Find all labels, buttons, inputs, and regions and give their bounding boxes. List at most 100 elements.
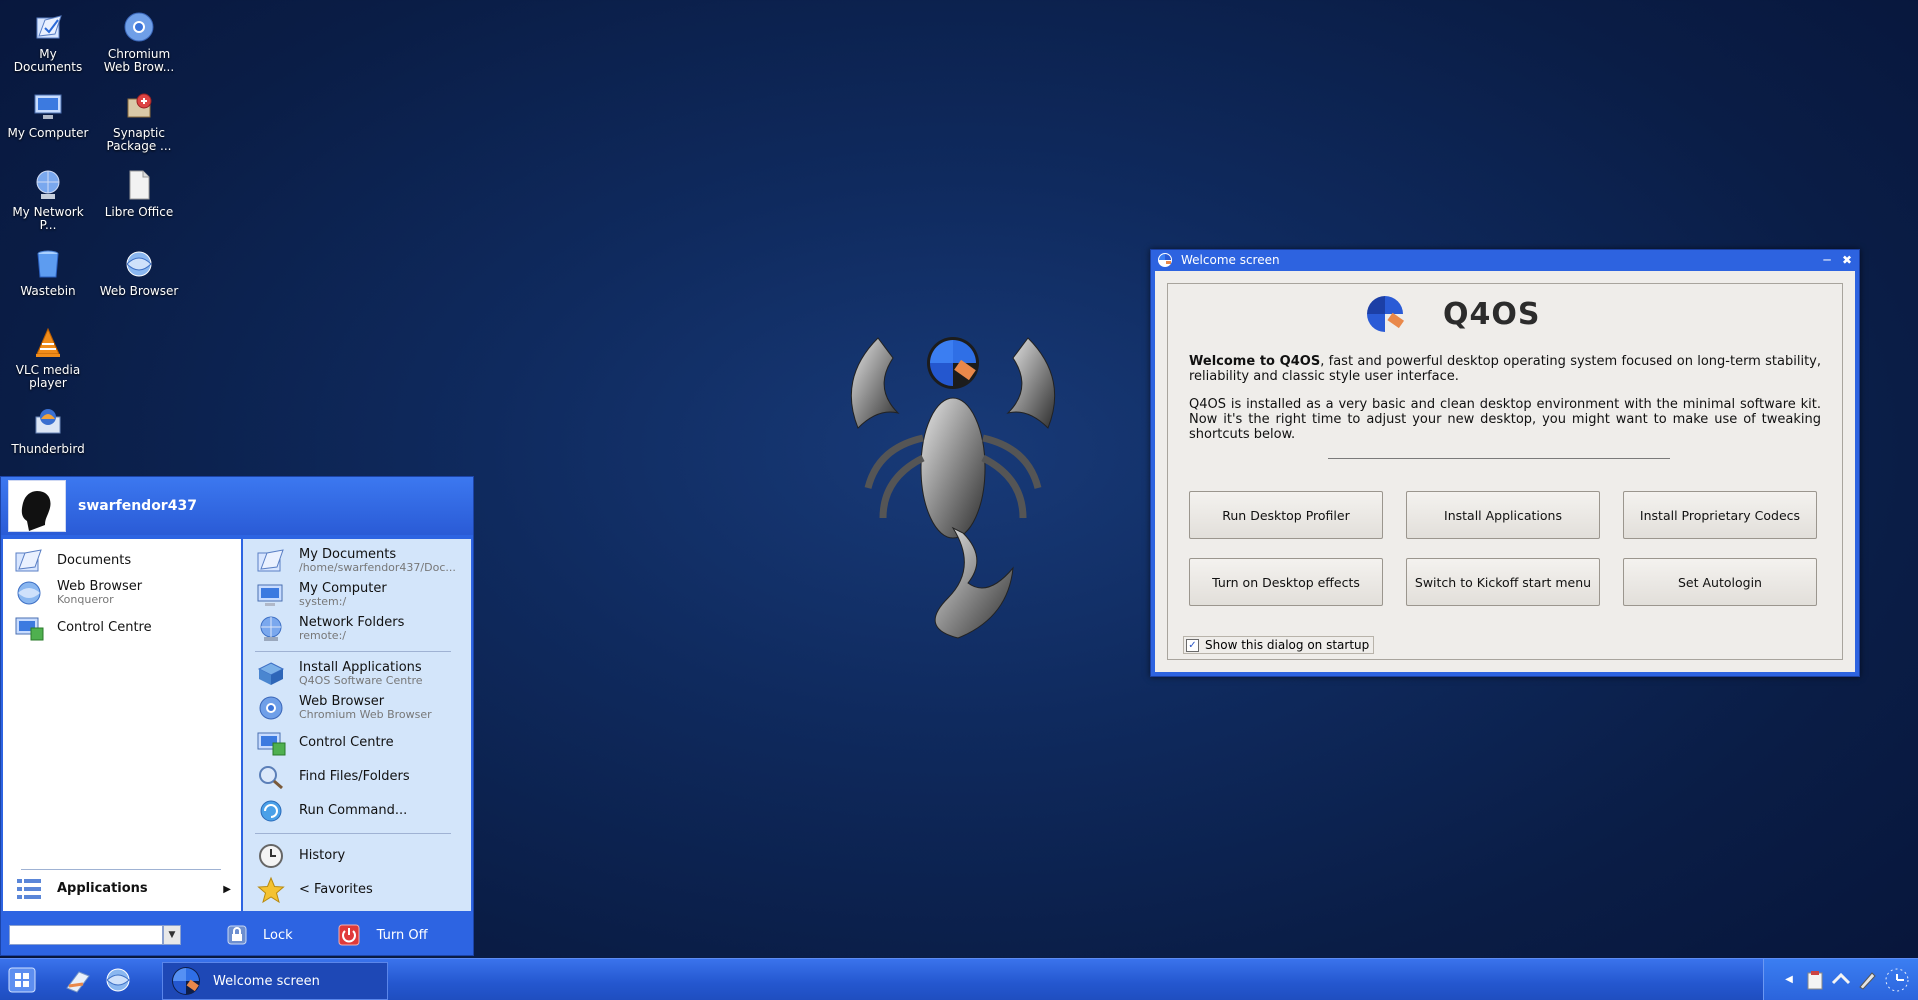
sm-item-favorites[interactable]: < Favorites	[255, 876, 373, 904]
search-icon	[259, 766, 283, 790]
web-browser-icon	[126, 251, 152, 277]
sm-item-sublabel: remote:/	[299, 630, 346, 642]
avatar[interactable]	[8, 480, 66, 532]
turn-off-button[interactable]: Turn Off	[337, 923, 428, 947]
sm-item-label: Web Browser	[57, 579, 143, 594]
sm-item-label: My Computer	[299, 581, 387, 596]
desktop-icon-libre-office[interactable]: Libre Office	[95, 168, 183, 219]
divider	[21, 869, 221, 870]
clipboard-icon[interactable]	[1804, 969, 1826, 991]
turn-off-label: Turn Off	[376, 927, 428, 943]
welcome-window[interactable]: Welcome screen ─ ✖ Q4OS Welcome to Q4OS,…	[1150, 249, 1860, 677]
q4os-logo-icon	[1367, 296, 1405, 332]
sm-item-my-computer[interactable]: My Computer system:/	[255, 581, 387, 609]
sm-item-sublabel: /home/swarfendor437/Doc...	[299, 562, 456, 574]
desktop-icon-label: Synaptic Package ...	[106, 126, 172, 153]
desktop-icon-wastebin[interactable]: Wastebin	[4, 247, 92, 298]
sm-item-documents[interactable]: Documents	[13, 547, 131, 575]
desktop-icon-network[interactable]: My Network P...	[4, 168, 92, 232]
sm-item-history[interactable]: History	[255, 842, 345, 870]
q4os-logo-icon	[172, 967, 200, 995]
window-title: Welcome screen	[1181, 253, 1280, 267]
checkbox-label: Show this dialog on startup	[1205, 638, 1370, 652]
clock-icon[interactable]	[1882, 968, 1912, 991]
scorpion-wallpaper-logo	[850, 337, 1056, 639]
sm-item-label: Install Applications	[299, 660, 422, 675]
window-client: Q4OS Welcome to Q4OS, fast and powerful …	[1155, 271, 1855, 672]
sm-item-sublabel: system:/	[299, 596, 347, 608]
documents-icon	[36, 15, 62, 39]
desktop-icon-label: My Documents	[13, 47, 83, 74]
sm-item-run-command[interactable]: Run Command...	[255, 797, 407, 825]
sm-item-control-centre[interactable]: Control Centre	[13, 614, 152, 642]
install-applications-button[interactable]: Install Applications	[1406, 491, 1600, 539]
desktop-effects-button[interactable]: Turn on Desktop effects	[1189, 558, 1383, 606]
sm-item-network-folders[interactable]: Network Folders remote:/	[255, 615, 404, 643]
quicklaunch-desktop[interactable]	[60, 964, 96, 996]
sm-item-install-applications[interactable]: Install Applications Q4OS Software Centre	[255, 660, 423, 688]
sm-item-sublabel: Konqueror	[57, 594, 114, 606]
chromium-icon	[259, 696, 283, 720]
vlc-icon	[36, 327, 60, 357]
brand-header: Q4OS	[1363, 294, 1541, 334]
set-autologin-button[interactable]: Set Autologin	[1623, 558, 1817, 606]
desktop-icon-label: Thunderbird	[11, 442, 85, 456]
desktop-icon-label: My Network P...	[12, 205, 84, 232]
lock-button[interactable]: Lock	[225, 923, 293, 947]
desktop-icon-my-documents[interactable]: My Documents	[4, 10, 92, 74]
close-button[interactable]: ✖	[1839, 253, 1855, 267]
sm-item-my-documents[interactable]: My Documents/home/swarfendor437/Doc...	[255, 547, 465, 575]
run-desktop-profiler-button[interactable]: Run Desktop Profiler	[1189, 491, 1383, 539]
brand-title: Q4OS	[1443, 296, 1541, 332]
welcome-bold: Welcome to Q4OS	[1189, 354, 1321, 369]
lock-icon	[227, 925, 247, 945]
sm-item-chromium[interactable]: Web Browser Chromium Web Browser	[255, 694, 432, 722]
sm-item-find-files[interactable]: Find Files/Folders	[255, 763, 410, 791]
desktop-icon-vlc[interactable]: VLC media player	[4, 326, 92, 390]
desktop-icon-chromium[interactable]: Chromium Web Brow...	[95, 10, 183, 74]
control-centre-icon	[257, 732, 286, 756]
sm-item-label: My Documents	[299, 548, 397, 562]
taskbar-task-welcome[interactable]: Welcome screen	[162, 962, 388, 1000]
show-on-startup-checkbox[interactable]: ✓ Show this dialog on startup	[1183, 636, 1375, 654]
desktop-icon-thunderbird[interactable]: Thunderbird	[4, 405, 92, 456]
network-icon	[260, 616, 282, 641]
kickoff-menu-button[interactable]: Switch to Kickoff start menu	[1406, 558, 1600, 606]
desktop-icon-web-browser[interactable]: Web Browser	[95, 247, 183, 298]
task-label: Welcome screen	[213, 973, 320, 989]
chevron-down-icon[interactable]: ▼	[163, 925, 181, 945]
sm-item-label: Control Centre	[299, 735, 394, 750]
sm-item-control-centre-right[interactable]: Control Centre	[255, 729, 394, 757]
user-silhouette-icon	[21, 491, 51, 531]
power-icon	[338, 924, 360, 946]
divider	[255, 833, 451, 834]
start-menu-bottom-bar: ▼ Lock Turn Off	[1, 915, 473, 955]
network-tray-icon[interactable]	[1830, 969, 1852, 991]
welcome-paragraph-2: Q4OS is installed as a very basic and cl…	[1189, 397, 1821, 442]
sm-item-applications[interactable]: Applications ▶	[13, 875, 231, 903]
run-command-icon	[260, 800, 282, 822]
start-menu-left-pane: Documents Web Browser Konqueror Control C…	[3, 539, 241, 911]
sm-item-label: Run Command...	[299, 803, 408, 818]
quicklaunch-web-browser[interactable]	[100, 964, 136, 996]
minimize-button[interactable]: ─	[1819, 253, 1835, 267]
divider	[1328, 458, 1670, 459]
window-titlebar[interactable]: Welcome screen ─ ✖	[1151, 250, 1859, 270]
check-icon[interactable]: ✓	[1186, 638, 1199, 652]
documents-icon	[257, 549, 284, 572]
chromium-icon	[124, 12, 154, 42]
install-codecs-button[interactable]: Install Proprietary Codecs	[1623, 491, 1817, 539]
search-input[interactable]	[9, 925, 163, 945]
pen-tool-icon[interactable]	[1856, 969, 1878, 991]
desktop-icon-synaptic[interactable]: Synaptic Package ...	[95, 89, 183, 153]
trash-icon	[37, 250, 59, 278]
sm-item-web-browser[interactable]: Web Browser Konqueror	[13, 579, 142, 607]
desktop-icon-my-computer[interactable]: My Computer	[4, 89, 92, 140]
start-menu: swarfendor437 Documents Web Browser Konqu…	[0, 476, 474, 956]
start-button[interactable]	[4, 964, 40, 996]
chevron-left-icon[interactable]: ◀	[1778, 969, 1800, 991]
sm-item-label: Network Folders	[299, 615, 405, 630]
computer-icon	[257, 584, 283, 606]
sm-item-label: Documents	[57, 553, 132, 568]
show-desktop-icon	[66, 971, 90, 993]
